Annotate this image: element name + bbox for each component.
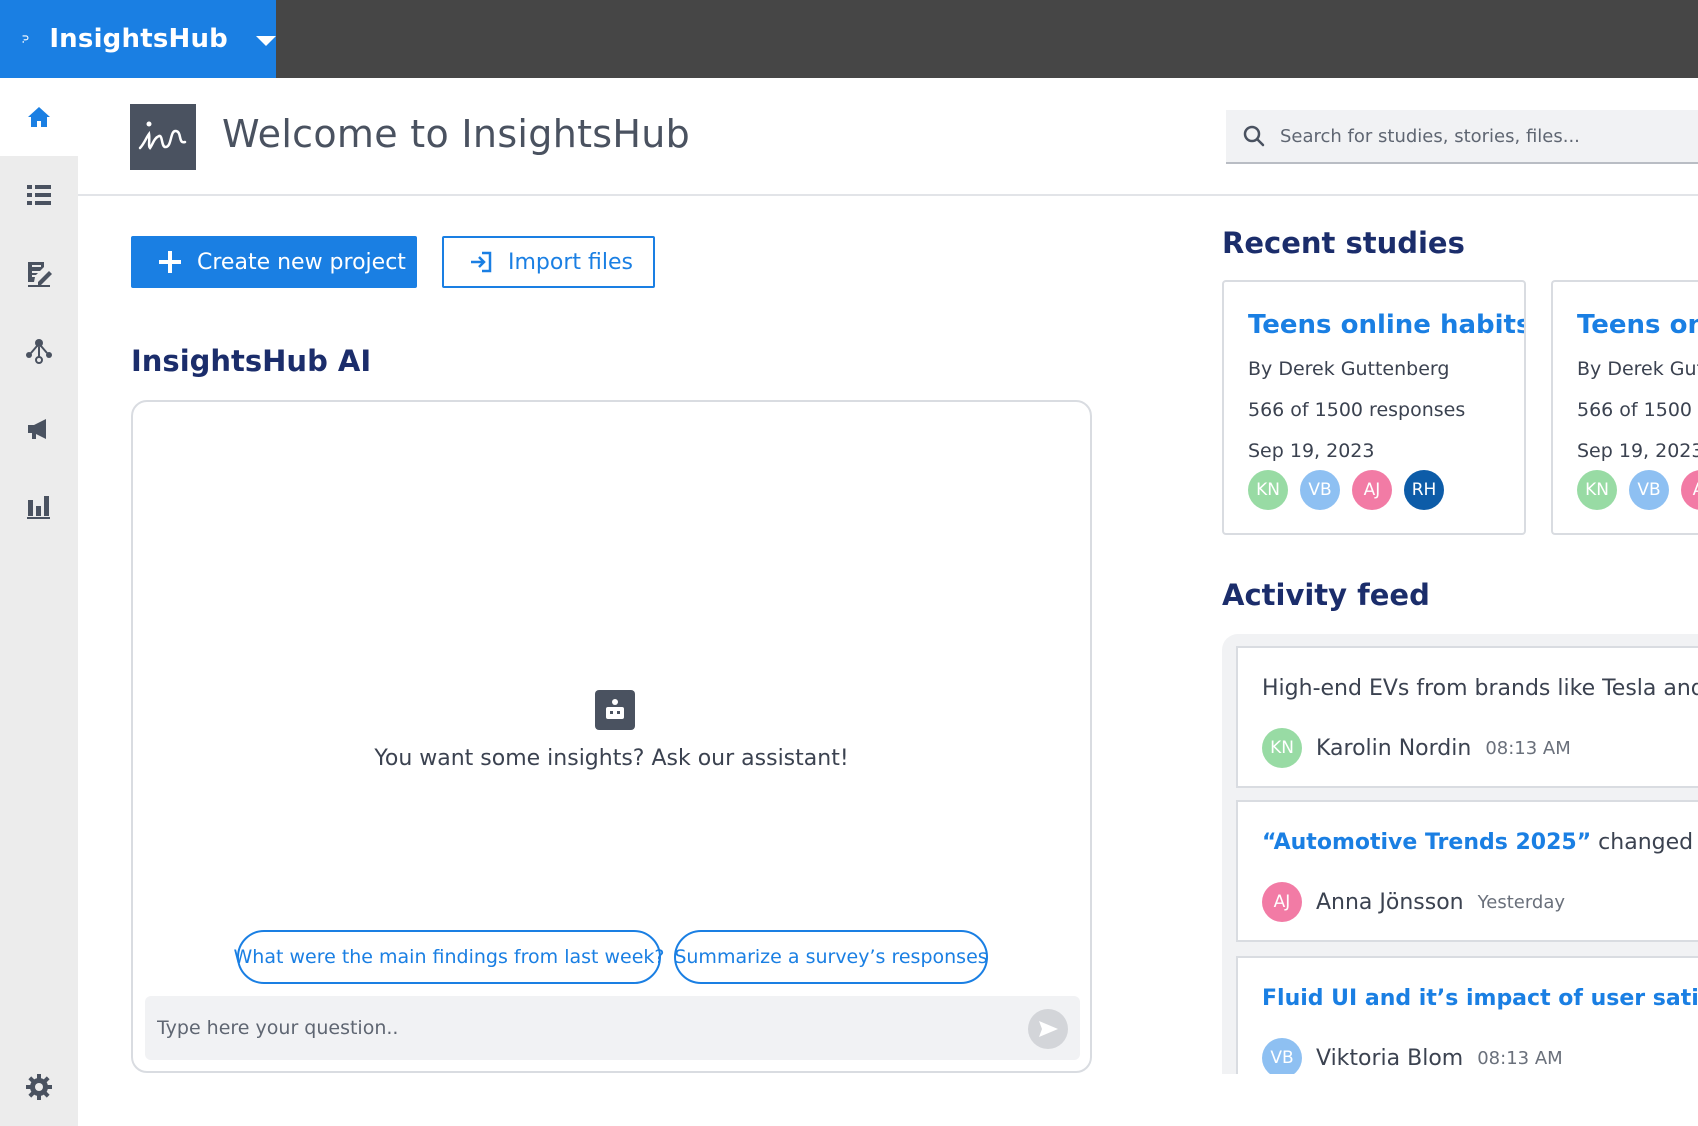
feed-text-suffix: changed to Closed [1598,830,1698,855]
feed-item[interactable]: High-end EVs from brands like Tesla and … [1236,646,1698,788]
assistant-empty-text: You want some insights? Ask our assistan… [374,746,849,771]
robot-icon [595,690,635,730]
feed-user-name[interactable]: Karolin Nordin [1316,736,1471,761]
question-input[interactable] [157,1017,997,1039]
plus-icon [159,251,181,273]
study-author: By Derek Guttenberg [1248,358,1450,380]
study-collaborators: KN VB AJ RH [1248,470,1456,510]
feed-link[interactable]: Fluid UI and it’s impact of user satisfa… [1262,986,1698,1011]
import-files-button[interactable]: Import files [442,236,655,288]
create-project-label: Create new project [197,249,406,275]
study-title[interactable]: Teens online habits [1248,310,1524,340]
study-author: By Derek Guttenberg [1577,358,1698,380]
send-button[interactable] [1028,1009,1068,1049]
avatar[interactable]: AJ [1262,882,1302,922]
feed-item[interactable]: Fluid UI and it’s impact of user satisfa… [1236,956,1698,1074]
question-composer [145,996,1080,1060]
bar-chart-icon [27,496,50,519]
search-box[interactable] [1226,110,1698,164]
avatar[interactable]: RH [1404,470,1444,510]
side-nav [0,78,78,1126]
suggestion-chip[interactable]: What were the main findings from last we… [234,930,665,984]
feed-user-name[interactable]: Anna Jönsson [1316,890,1464,915]
study-card[interactable]: Teens online habits By Derek Guttenberg … [1222,280,1526,535]
gear-icon [26,1074,52,1100]
feed-timestamp: 08:13 AM [1477,1047,1563,1069]
feed-user: KN Karolin Nordin 08:13 AM [1262,728,1571,768]
feed-timestamp: Yesterday [1477,891,1566,913]
import-icon [471,251,492,273]
nav-campaigns[interactable] [0,390,78,468]
nav-reports[interactable] [0,468,78,546]
avatar[interactable]: AJ [1681,470,1698,510]
avatar[interactable]: VB [1629,470,1669,510]
top-bar: InsightsHub [0,0,1698,78]
megaphone-icon [28,419,46,439]
nav-settings[interactable] [0,1048,78,1126]
feed-text: Fluid UI and it’s impact of user satisfa… [1262,986,1698,1011]
feed-timestamp: 08:13 AM [1485,737,1571,759]
app-name: InsightsHub [49,24,228,54]
feed-link[interactable]: “Automotive Trends 2025” [1262,830,1591,855]
list-icon [27,185,51,205]
study-responses: 566 of 1500 responses [1577,399,1698,421]
recent-studies-title: Recent studies [1222,226,1465,260]
study-date: Sep 19, 2023 [1248,440,1375,462]
study-collaborators: KN VB AJ [1577,470,1698,510]
create-project-button[interactable]: Create new project [131,236,417,288]
activity-feed-title: Activity feed [1222,578,1430,612]
feed-user-name[interactable]: Viktoria Blom [1316,1046,1463,1071]
nav-list[interactable] [0,156,78,234]
app-switcher[interactable]: InsightsHub [0,0,276,78]
feed-text: High-end EVs from brands like Tesla and … [1262,676,1698,701]
send-icon [1039,1021,1058,1037]
avatar[interactable]: VB [1262,1038,1302,1074]
ai-chat-panel: You want some insights? Ask our assistan… [131,400,1092,1073]
ai-section-title: InsightsHub AI [131,344,372,378]
feed-user: AJ Anna Jönsson Yesterday [1262,882,1565,922]
feed-user: VB Viktoria Blom 08:13 AM [1262,1038,1563,1074]
feed-item[interactable]: “Automotive Trends 2025” changed to Clos… [1236,800,1698,942]
insightshub-logo [130,104,196,170]
import-files-label: Import files [508,249,633,275]
nav-home[interactable] [0,78,78,156]
edit-icon [28,262,52,287]
avatar[interactable]: KN [1248,470,1288,510]
home-icon [28,107,50,127]
avatar[interactable]: KN [1577,470,1617,510]
search-icon [1243,125,1265,147]
insights-logo-icon [138,121,187,150]
avatar[interactable]: KN [1262,728,1302,768]
study-title[interactable]: Teens online habits [1577,310,1698,340]
search-input[interactable] [1280,125,1680,147]
suggestion-chip[interactable]: Summarize a survey’s responses [674,930,988,984]
chevron-down-icon[interactable] [256,36,276,46]
study-card[interactable]: Teens online habits By Derek Guttenberg … [1551,280,1698,535]
page-header: Welcome to InsightsHub [78,78,1698,196]
study-date: Sep 19, 2023 [1577,440,1698,462]
nav-edit[interactable] [0,234,78,312]
avatar[interactable]: VB [1300,470,1340,510]
study-responses: 566 of 1500 responses [1248,399,1466,421]
network-icon [26,339,52,364]
avatar[interactable]: AJ [1352,470,1392,510]
nav-network[interactable] [0,312,78,390]
activity-feed: High-end EVs from brands like Tesla and … [1222,634,1698,1074]
feed-text: “Automotive Trends 2025” changed to Clos… [1262,830,1698,855]
page-title: Welcome to InsightsHub [222,112,691,156]
app-logo-icon [22,35,29,43]
